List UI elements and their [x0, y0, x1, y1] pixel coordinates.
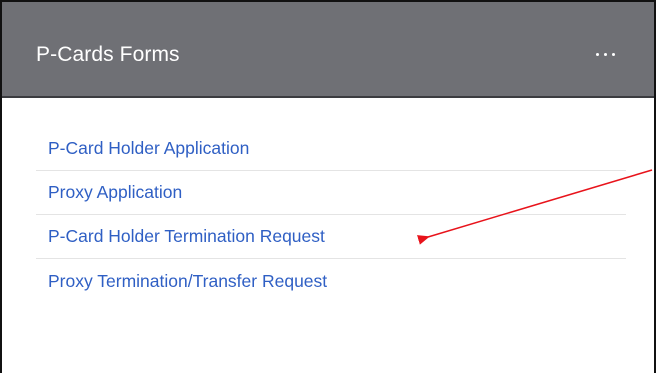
panel-header: P-Cards Forms	[2, 2, 654, 98]
list-item: P-Card Holder Termination Request	[36, 215, 626, 259]
more-options-button[interactable]	[588, 42, 622, 66]
p-card-holder-application-link[interactable]: P-Card Holder Application	[48, 138, 249, 159]
more-horizontal-icon	[595, 52, 615, 56]
proxy-termination-transfer-request-link[interactable]: Proxy Termination/Transfer Request	[48, 271, 327, 292]
p-card-holder-termination-request-link[interactable]: P-Card Holder Termination Request	[48, 226, 325, 247]
list-item: P-Card Holder Application	[36, 127, 626, 171]
list-item: Proxy Termination/Transfer Request	[36, 259, 626, 303]
list-item: Proxy Application	[36, 171, 626, 215]
proxy-application-link[interactable]: Proxy Application	[48, 182, 182, 203]
forms-link-list: P-Card Holder Application Proxy Applicat…	[36, 127, 626, 303]
p-cards-forms-panel: P-Cards Forms P-Card Holder Application …	[0, 0, 656, 373]
panel-title: P-Cards Forms	[36, 43, 180, 66]
